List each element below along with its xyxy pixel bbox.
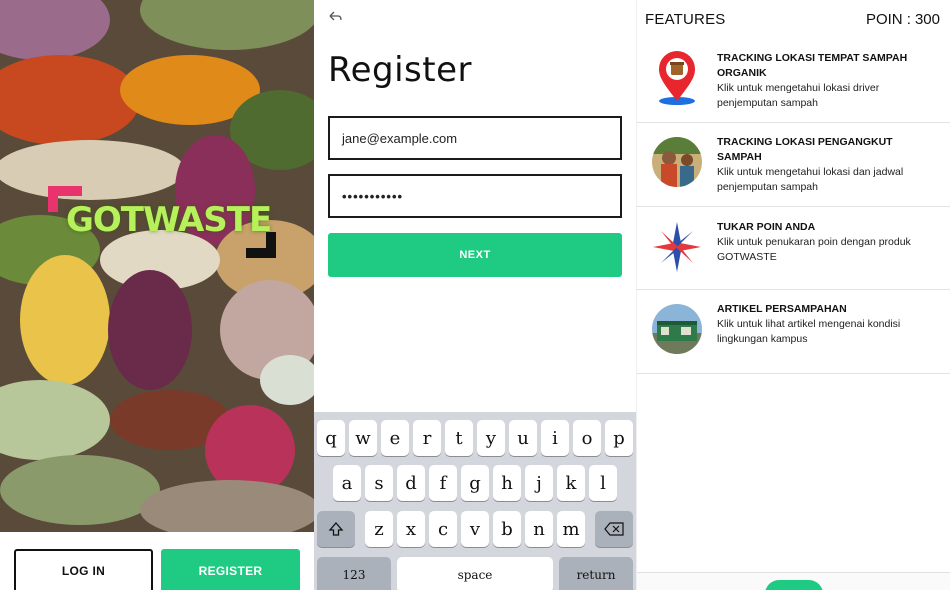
key-o[interactable]: o [573, 420, 601, 456]
key-f[interactable]: f [429, 465, 457, 501]
key-z[interactable]: z [365, 511, 393, 547]
email-field[interactable]: jane@example.com [328, 116, 622, 160]
points-display: POIN :300 [866, 11, 940, 28]
nav-home-button[interactable] [765, 580, 823, 590]
on-screen-keyboard: q w e r t y u i o p a s d f g h j k l z … [314, 412, 636, 590]
key-x[interactable]: x [397, 511, 425, 547]
points-value: 300 [914, 11, 940, 28]
key-g[interactable]: g [461, 465, 489, 501]
login-button[interactable]: LOG IN [14, 549, 153, 590]
register-screen: Register jane@example.com ••••••••••• NE… [314, 0, 636, 590]
feature-item-tracking-organik[interactable]: TRACKING LOKASI TEMPAT SAMPAH ORGANIK Kl… [637, 39, 950, 123]
logo-text: GOTWASTE [66, 200, 272, 240]
shift-key-icon[interactable] [317, 511, 355, 547]
key-t[interactable]: t [445, 420, 473, 456]
feature-description: Klik untuk mengetahui lokasi driver penj… [717, 82, 880, 109]
key-w[interactable]: w [349, 420, 377, 456]
feature-heading: TRACKING LOKASI PENGANGKUT SAMPAH [717, 136, 893, 163]
splash-screen: GOTWASTE LOG IN REGISTER [0, 0, 314, 590]
points-label: POIN : [865, 11, 911, 28]
key-c[interactable]: c [429, 511, 457, 547]
shift-arrow-icon [328, 522, 344, 536]
features-title: FEATURES [645, 11, 726, 28]
dumpster-photo [652, 304, 702, 354]
key-y[interactable]: y [477, 420, 505, 456]
key-r[interactable]: r [413, 420, 441, 456]
food-waste-background-image [0, 0, 314, 532]
back-arrow-icon[interactable] [326, 10, 344, 28]
feature-heading: ARTIKEL PERSAMPAHAN [717, 303, 847, 315]
feature-item-artikel[interactable]: ARTIKEL PERSAMPAHAN Klik untuk lihat art… [637, 290, 950, 374]
key-b[interactable]: b [493, 511, 521, 547]
key-p[interactable]: p [605, 420, 633, 456]
feature-description: Klik untuk penukaran poin dengan produk … [717, 236, 911, 263]
collector-photo [652, 137, 702, 187]
feature-heading: TUKAR POIN ANDA [717, 221, 816, 233]
key-k[interactable]: k [557, 465, 585, 501]
return-key[interactable]: return [559, 557, 633, 590]
page-title: Register [328, 50, 472, 90]
feature-description: Klik untuk lihat artikel mengenai kondis… [717, 318, 901, 345]
map-pin-icon [659, 51, 695, 105]
key-j[interactable]: j [525, 465, 553, 501]
password-field[interactable]: ••••••••••• [328, 174, 622, 218]
key-i[interactable]: i [541, 420, 569, 456]
features-screen: FEATURES POIN :300 TRACKING LOKASI TEMPA… [636, 0, 950, 590]
feature-description: Klik untuk mengetahui lokasi dan jadwal … [717, 166, 904, 193]
feature-item-tracking-pengangkut[interactable]: TRACKING LOKASI PENGANGKUT SAMPAH Klik u… [637, 123, 950, 207]
gotwaste-logo: GOTWASTE [48, 186, 280, 266]
feature-heading: TRACKING LOKASI TEMPAT SAMPAH ORGANIK [717, 52, 908, 79]
compass-star-icon [653, 222, 701, 272]
feature-item-tukar-poin[interactable]: TUKAR POIN ANDA Klik untuk penukaran poi… [637, 206, 950, 290]
key-h[interactable]: h [493, 465, 521, 501]
key-e[interactable]: e [381, 420, 409, 456]
register-button[interactable]: REGISTER [161, 549, 300, 590]
key-q[interactable]: q [317, 420, 345, 456]
numbers-key[interactable]: 123 [317, 557, 391, 590]
delete-icon [604, 522, 624, 536]
next-button[interactable]: NEXT [328, 233, 622, 277]
key-n[interactable]: n [525, 511, 553, 547]
key-s[interactable]: s [365, 465, 393, 501]
key-v[interactable]: v [461, 511, 489, 547]
space-key[interactable]: space [397, 557, 553, 590]
backspace-key-icon[interactable] [595, 511, 633, 547]
key-u[interactable]: u [509, 420, 537, 456]
key-d[interactable]: d [397, 465, 425, 501]
key-l[interactable]: l [589, 465, 617, 501]
key-a[interactable]: a [333, 465, 361, 501]
app-screens: GOTWASTE LOG IN REGISTER Register jane@e… [0, 0, 950, 590]
key-m[interactable]: m [557, 511, 585, 547]
